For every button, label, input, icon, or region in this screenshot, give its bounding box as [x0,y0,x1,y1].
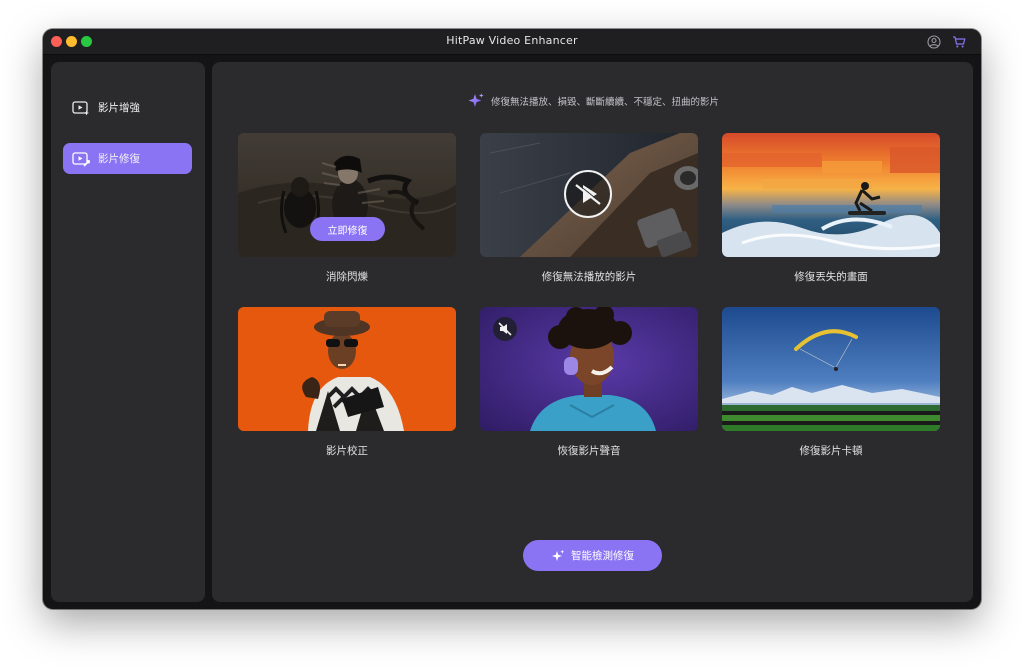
flicker-thumbnail: 立即修復 [238,133,456,257]
card-fix-stuttering[interactable]: 修復影片卡頓 [722,307,940,457]
missing-frames-thumbnail [722,133,940,257]
cart-icon[interactable] [952,34,966,48]
restore-audio-thumbnail [480,307,698,431]
card-label: 影片校正 [326,445,368,457]
sidebar: 影片增強 影片修復 [51,62,205,602]
play-icon[interactable] [564,170,612,218]
smart-detect-label: 智能檢測修復 [571,550,634,562]
sidebar-item-video-enhance[interactable]: 影片增強 [63,92,192,123]
mute-icon[interactable] [493,317,517,341]
repair-hint: 修復無法播放、損毀、斷斷續續、不穩定、扭曲的影片 [467,92,719,110]
video-repair-icon [72,151,90,167]
video-enhance-icon [72,100,90,116]
smart-detect-repair-button[interactable]: 智能檢測修復 [523,540,662,571]
title-bar: HitPaw Video Enhancer [43,29,981,55]
app-window: HitPaw Video Enhancer 影片增強 影片修復 修復無法播放、損… [43,29,981,609]
card-video-correction[interactable]: 影片校正 [238,307,456,457]
stuttering-thumbnail [722,307,940,431]
card-label: 修復影片卡頓 [799,445,863,457]
sidebar-item-video-repair[interactable]: 影片修復 [63,143,192,174]
card-restore-audio[interactable]: 恢復影片聲音 [480,307,698,457]
card-missing-frames[interactable]: 修復丟失的畫面 [722,133,940,283]
card-label: 修復丟失的畫面 [794,271,868,283]
main-panel: 修復無法播放、損毀、斷斷續續、不穩定、扭曲的影片 立即修復 消除閃爍 修復無法播… [212,62,973,602]
card-unplayable-video[interactable]: 修復無法播放的影片 [480,133,698,283]
account-icon[interactable] [927,34,941,49]
repair-now-button[interactable]: 立即修復 [310,217,385,241]
window-title: HitPaw Video Enhancer [446,34,578,47]
sparkle-icon [467,92,485,110]
sidebar-item-label: 影片修復 [98,153,140,165]
card-label: 修復無法播放的影片 [541,271,637,283]
card-label: 消除閃爍 [326,271,368,283]
video-correction-thumbnail [238,307,456,431]
unplayable-thumbnail [480,133,698,257]
card-label: 恢復影片聲音 [557,445,621,457]
card-flicker-removal[interactable]: 立即修復 消除閃爍 [238,133,456,283]
hint-text: 修復無法播放、損毀、斷斷續續、不穩定、扭曲的影片 [491,97,720,108]
sidebar-item-label: 影片增強 [98,102,140,114]
sparkle-icon [551,549,565,563]
